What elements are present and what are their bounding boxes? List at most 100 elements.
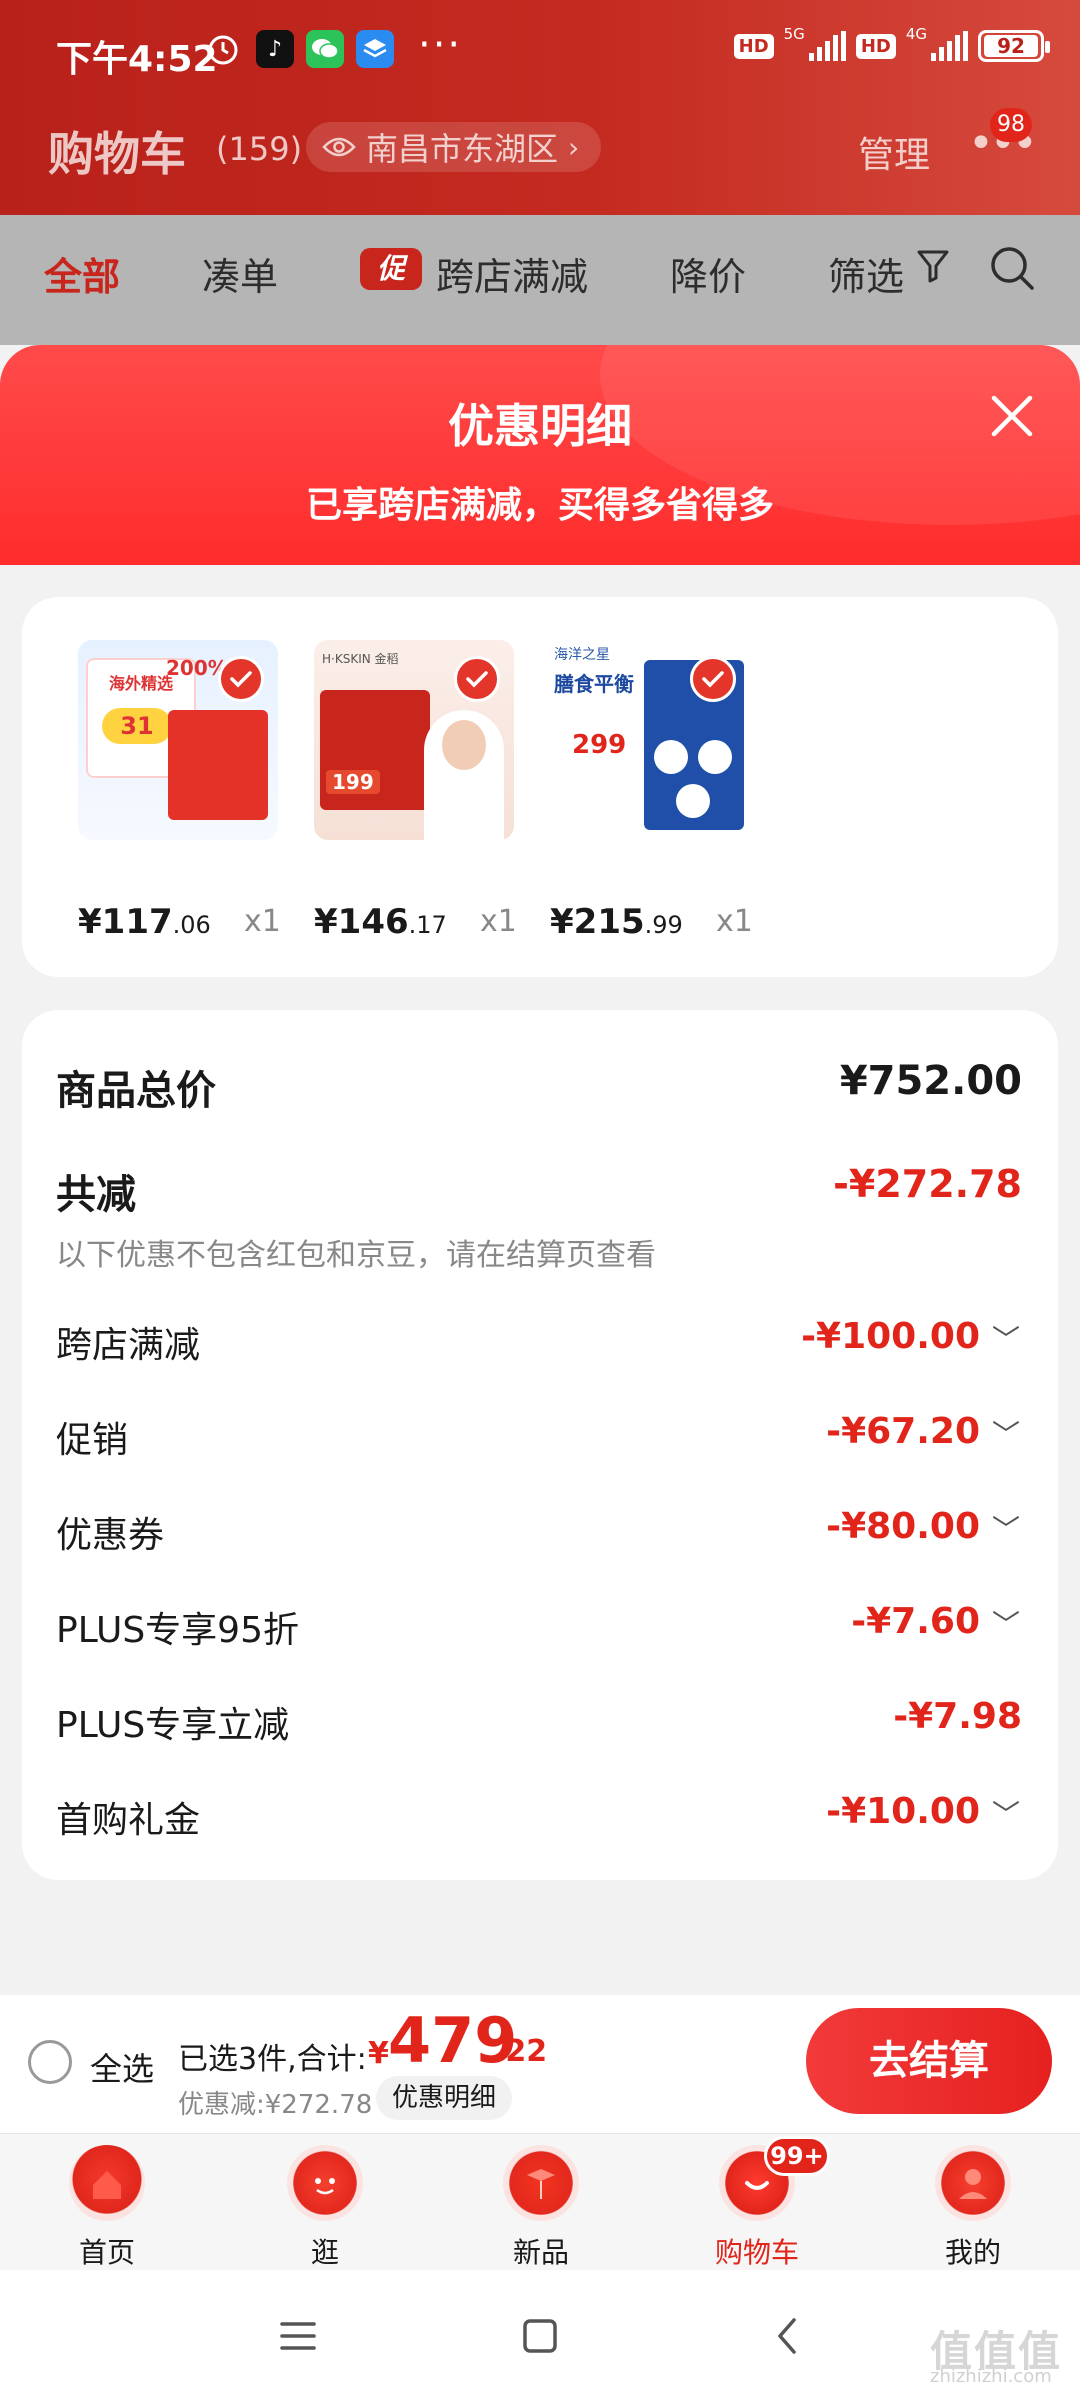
product-image-dots <box>676 784 710 818</box>
product-image-brand: H·KSKIN 金稻 <box>322 652 399 666</box>
product-quantity: x1 <box>716 904 753 939</box>
price-integer: ¥146 <box>314 902 409 942</box>
chevron-down-icon[interactable]: ﹀ <box>992 1603 1020 1643</box>
select-all-label[interactable]: 全选 <box>90 2044 154 2090</box>
product-quantity: x1 <box>480 904 517 939</box>
product-quantity: x1 <box>244 904 281 939</box>
product-image: H·KSKIN 金稻 199 <box>314 640 514 840</box>
profile-icon <box>935 2145 1011 2221</box>
product-image-box <box>168 710 268 820</box>
menu-icon[interactable] <box>276 2316 320 2356</box>
total-reduce-value: -¥272.78 <box>833 1162 1022 1206</box>
discount-info: 优惠减:¥272.78 <box>178 2090 373 2120</box>
tab-combine[interactable]: 凑单 <box>202 246 278 301</box>
check-icon <box>690 656 736 702</box>
status-right: HD 5G HD 4G 92 <box>733 25 1050 62</box>
location-selector[interactable]: 南昌市东湖区 › <box>306 122 602 172</box>
page-title: 购物车 <box>48 127 186 181</box>
search-icon[interactable] <box>988 244 1036 292</box>
home-button-icon[interactable] <box>518 2316 562 2356</box>
price-integer: ¥215 <box>550 902 645 942</box>
close-icon[interactable] <box>984 388 1040 444</box>
back-icon[interactable] <box>766 2316 810 2356</box>
tab-all[interactable]: 全部 <box>44 246 120 301</box>
discount-detail-button[interactable]: 优惠明细 <box>376 2076 513 2120</box>
alarm-icon <box>204 30 242 68</box>
product-image-title: 膳食平衡 <box>554 672 634 696</box>
cart-badge: 99+ <box>764 2136 830 2176</box>
select-all-checkbox[interactable] <box>28 2040 72 2084</box>
price-decimal: .17 <box>408 911 447 939</box>
tab-label: 我的 <box>944 2236 1001 2269</box>
tab-home[interactable]: 首页 <box>32 2145 182 2271</box>
location-label: 南昌市东湖区 <box>366 130 559 168</box>
tab-label: 逛 <box>310 2236 339 2269</box>
discount-row-label: 跨店满减 <box>56 1325 201 1366</box>
promo-tag: 促 <box>360 248 422 290</box>
cart-count: (159) <box>216 130 303 168</box>
tab-browse[interactable]: 逛 <box>250 2145 400 2271</box>
price-integer: ¥117 <box>78 902 173 942</box>
checkout-button[interactable]: 去结算 <box>806 2008 1052 2114</box>
hd-badge: HD <box>733 33 774 59</box>
discount-row-value[interactable]: -¥100.00 <box>801 1316 980 1357</box>
network-4g-label: 4G <box>905 25 927 43</box>
product-image: 海洋之星 膳食平衡 299 <box>550 640 750 840</box>
discount-row-label: PLUS专享立减 <box>56 1705 290 1746</box>
product-item[interactable]: 海外精选 31 200% ¥117.06 x1 <box>78 640 281 942</box>
product-image-brand: 海洋之星 <box>554 647 610 663</box>
price-decimal: .06 <box>172 911 211 939</box>
chevron-down-icon[interactable]: ﹀ <box>992 1508 1020 1548</box>
product-image-price: 299 <box>572 730 627 760</box>
status-time: 下午4:52 <box>56 39 218 80</box>
discount-row-label: PLUS专享95折 <box>56 1610 299 1651</box>
status-bar: 下午4:52 ♪ ··· HD 5G HD 4G 92 <box>0 0 1080 100</box>
tab-label: 新品 <box>512 2236 569 2269</box>
manage-button[interactable]: 管理 <box>858 126 930 178</box>
discount-row-value[interactable]: -¥67.20 <box>826 1411 980 1452</box>
product-price: ¥117.06 <box>78 902 211 942</box>
chevron-down-icon[interactable]: ﹀ <box>992 1413 1020 1453</box>
tab-profile[interactable]: 我的 <box>898 2145 1048 2271</box>
product-price: ¥146.17 <box>314 902 447 942</box>
discount-row-value[interactable]: -¥10.00 <box>826 1791 980 1832</box>
product-image: 海外精选 31 200% <box>78 640 278 840</box>
discount-row-label: 首购礼金 <box>56 1800 201 1841</box>
app-stack-icon <box>356 30 394 68</box>
network-5g-label: 5G <box>783 25 805 43</box>
tab-filter[interactable]: 筛选 <box>828 246 904 301</box>
wechat-icon <box>306 30 344 68</box>
product-image-face <box>442 720 486 770</box>
gift-box-icon <box>503 2145 579 2221</box>
eye-icon <box>322 137 356 157</box>
product-item[interactable]: 海洋之星 膳食平衡 299 ¥215.99 x1 <box>550 640 753 942</box>
tab-price-drop[interactable]: 降价 <box>670 246 746 301</box>
battery-level: 92 <box>984 35 1038 57</box>
product-image-dots <box>698 740 732 774</box>
hd-badge-2: HD <box>855 33 896 59</box>
check-icon <box>454 656 500 702</box>
modal-title: 优惠明细 <box>448 399 632 453</box>
total-decimal: .22 <box>494 2034 548 2069</box>
discount-row-label: 优惠券 <box>56 1515 165 1556</box>
chevron-right-icon: › <box>568 130 580 164</box>
tab-cross-store[interactable]: 跨店满减 <box>436 246 588 301</box>
product-item[interactable]: H·KSKIN 金稻 199 ¥146.17 x1 <box>314 640 517 942</box>
message-badge: 98 <box>990 108 1032 142</box>
tab-new[interactable]: 新品 <box>466 2145 616 2271</box>
filter-icon[interactable] <box>916 248 950 284</box>
product-image-price: 199 <box>326 770 380 794</box>
chevron-down-icon[interactable]: ﹀ <box>992 1793 1020 1833</box>
signal-icon-2 <box>931 31 968 61</box>
discount-row-value[interactable]: -¥80.00 <box>826 1506 980 1547</box>
chevron-down-icon[interactable]: ﹀ <box>992 1318 1020 1358</box>
discount-row-label: 促销 <box>56 1420 129 1461</box>
discount-row-value[interactable]: -¥7.60 <box>851 1601 980 1642</box>
product-image-dots <box>654 740 688 774</box>
signal-icon <box>808 31 846 61</box>
status-more-icon: ··· <box>418 22 463 68</box>
price-decimal: .99 <box>644 911 683 939</box>
tiktok-icon: ♪ <box>256 30 294 68</box>
modal-subtitle: 已享跨店满减，买得多省得多 <box>305 485 774 526</box>
home-icon <box>69 2145 145 2221</box>
